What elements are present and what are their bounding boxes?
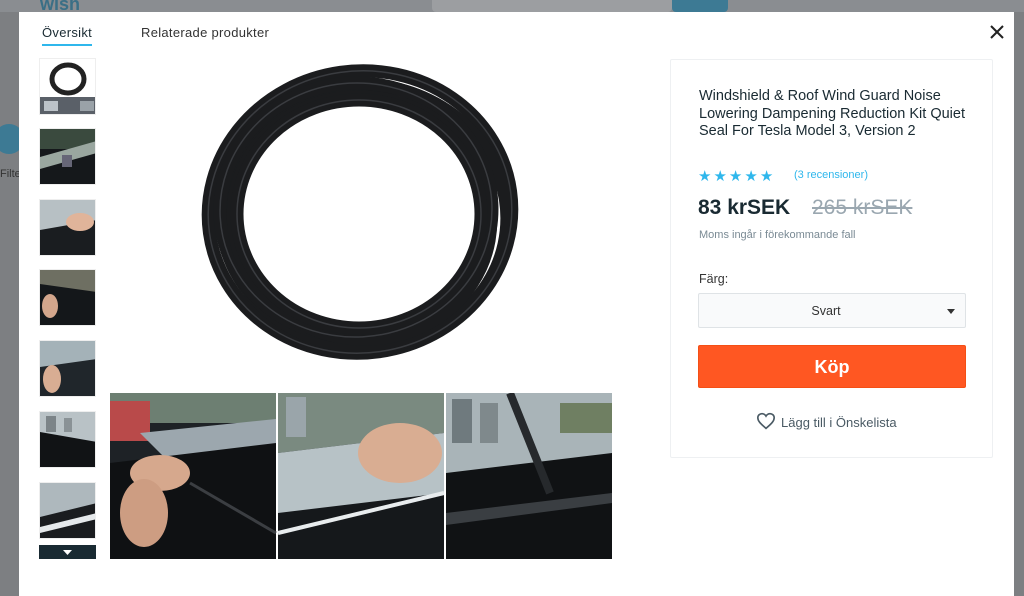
installation-photo-collage <box>110 393 612 559</box>
thumbnail-5[interactable] <box>39 340 96 397</box>
tab-related-products[interactable]: Relaterade produkter <box>141 25 269 44</box>
main-product-image <box>110 60 612 390</box>
thumbnail-1[interactable] <box>39 58 96 115</box>
star-icon: ★ <box>728 168 743 185</box>
color-label: Färg: <box>699 272 729 286</box>
color-select[interactable]: Svart <box>698 293 966 328</box>
rating-stars: ★ ★ ★ ★ ★ <box>698 167 775 185</box>
thumbnail-6[interactable] <box>39 411 96 468</box>
star-icon: ★ <box>744 168 758 185</box>
vat-note: Moms ingår i förekommande fall <box>699 229 856 241</box>
current-price: 83 krSEK <box>698 196 791 219</box>
background-logo: wish <box>40 0 81 12</box>
chevron-down-icon <box>63 550 72 555</box>
close-icon[interactable] <box>987 22 1007 42</box>
tab-overview[interactable]: Översikt <box>42 25 93 46</box>
thumbnail-7[interactable] <box>39 482 96 539</box>
wishlist-label: Lägg till i Önskelista <box>781 415 897 430</box>
original-price: 265 krSEK <box>812 196 913 219</box>
product-modal: Översikt Relaterade produkter Windshield… <box>19 12 1014 596</box>
reviews-link[interactable]: (3 recensioner) <box>794 169 868 181</box>
star-icon: ★ <box>759 168 774 185</box>
thumbnail-3[interactable] <box>39 199 96 256</box>
product-info-panel: Windshield & Roof Wind Guard Noise Lower… <box>670 59 993 458</box>
thumbnail-strip <box>39 58 97 568</box>
thumbnail-4[interactable] <box>39 269 96 326</box>
star-icon: ★ <box>698 168 712 185</box>
caret-down-icon <box>947 309 955 314</box>
modal-tabs: Översikt Relaterade produkter <box>19 12 1014 58</box>
buy-button[interactable]: Köp <box>698 345 966 388</box>
thumbnail-scroll-down-button[interactable] <box>39 545 96 559</box>
thumbnail-2[interactable] <box>39 128 96 185</box>
background-search-button <box>672 0 728 12</box>
product-title: Windshield & Roof Wind Guard Noise Lower… <box>699 88 965 139</box>
background-search-bar <box>432 0 672 12</box>
background-filter-label: Filte <box>0 168 21 180</box>
star-icon: ★ <box>713 168 727 185</box>
heart-icon <box>756 412 776 430</box>
color-select-value: Svart <box>811 304 841 318</box>
